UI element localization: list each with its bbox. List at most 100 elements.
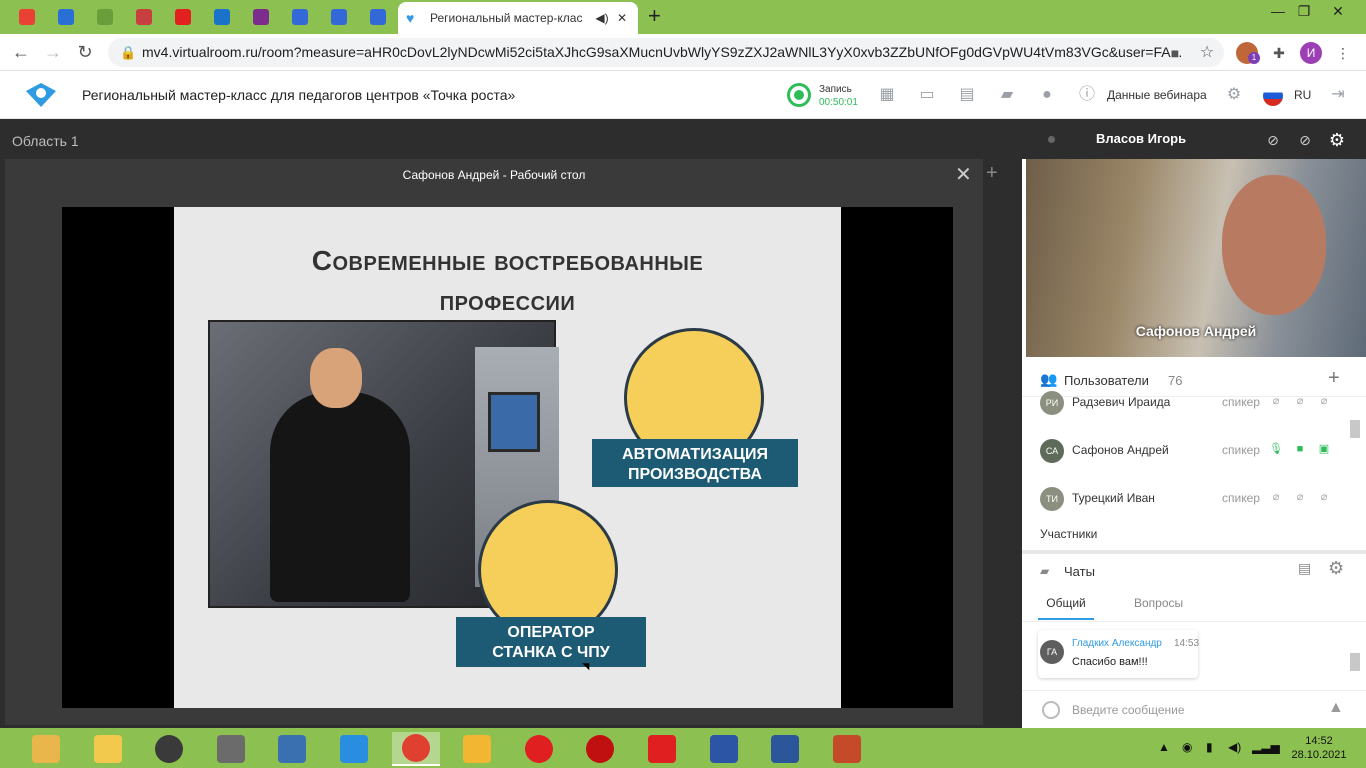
status-dot: [1048, 136, 1055, 143]
camera-off-icon[interactable]: ⊘: [1294, 129, 1316, 151]
tray-arrow-icon[interactable]: ▲: [1158, 740, 1170, 754]
slide-title-line2: профессии: [439, 285, 576, 316]
taskbar-app[interactable]: [145, 732, 193, 766]
mic-off-icon[interactable]: ⌀: [1268, 393, 1284, 409]
users-settings-icon[interactable]: ●: [1037, 85, 1057, 105]
camera-on-icon[interactable]: ■: [1292, 441, 1308, 457]
users-scrollbar[interactable]: [1350, 420, 1360, 438]
taskbar-app[interactable]: [638, 732, 686, 766]
screen-share-icon[interactable]: ▭: [917, 85, 937, 105]
send-icon[interactable]: ▲: [1328, 699, 1344, 717]
pinned-tab[interactable]: [285, 5, 315, 29]
info-icon[interactable]: ⓘ: [1077, 85, 1097, 105]
tab-questions[interactable]: Вопросы: [1134, 596, 1183, 610]
pinned-tab[interactable]: [51, 5, 81, 29]
forward-icon[interactable]: →: [40, 40, 66, 64]
menu-icon[interactable]: ⋮: [1332, 42, 1354, 64]
webcam-video[interactable]: Сафонов Андрей: [1026, 159, 1366, 357]
close-panel-icon[interactable]: ✕: [955, 165, 972, 185]
speaker-icon: [155, 735, 184, 763]
message-author[interactable]: Гладких Александр: [1072, 638, 1162, 649]
webinar-data-link[interactable]: Данные вебинара: [1107, 88, 1207, 102]
user-role: спикер: [1222, 443, 1260, 457]
chat-message: ГА Гладких Александр 14:53 Спасибо вам!!…: [1038, 630, 1199, 678]
close-window-icon[interactable]: ✕: [1320, 0, 1356, 24]
record-icon[interactable]: [787, 83, 811, 107]
outlook-icon: [214, 9, 230, 25]
mic-on-icon[interactable]: 🎙: [1268, 441, 1284, 457]
pinned-tab[interactable]: [207, 5, 237, 29]
exit-icon[interactable]: ⇥: [1328, 85, 1348, 105]
taskbar-app[interactable]: [823, 732, 871, 766]
video-settings-icon[interactable]: ⚙: [1326, 129, 1348, 151]
tab-general[interactable]: Общий: [1038, 596, 1094, 620]
tray-battery-icon[interactable]: ▮: [1206, 740, 1213, 754]
document-icon[interactable]: ▤: [957, 85, 977, 105]
settings-gear-icon[interactable]: ⚙: [1224, 85, 1244, 105]
chat-scrollbar[interactable]: [1350, 653, 1360, 671]
taskbar-app[interactable]: [330, 732, 378, 766]
pinned-tab[interactable]: [129, 5, 159, 29]
browser-tab-active[interactable]: ♥ Региональный мастер-клас ◀) ✕: [398, 2, 638, 34]
taskbar-app[interactable]: [391, 732, 440, 766]
panel-title: Сафонов Андрей - Рабочий стол: [402, 168, 586, 182]
pinned-tab[interactable]: [168, 5, 198, 29]
pinned-tab[interactable]: [246, 5, 276, 29]
user-row[interactable]: СА Сафонов Андрей спикер 🎙 ■ ▣: [1022, 427, 1352, 475]
participants-label: Участники: [1040, 527, 1098, 541]
screen-off-icon[interactable]: ⌀: [1316, 489, 1332, 505]
taskbar-app[interactable]: [268, 732, 316, 766]
chat-input[interactable]: Введите сообщение: [1072, 703, 1185, 717]
bookmark-star-icon[interactable]: ☆: [1196, 42, 1218, 64]
mic-off-icon[interactable]: ⊘: [1262, 129, 1284, 151]
back-icon[interactable]: ←: [8, 40, 34, 64]
word-icon: [771, 735, 800, 763]
url-field[interactable]: 🔒 mv4.virtualroom.ru/room?measure=aHR0cD…: [108, 38, 1224, 67]
taskbar-app[interactable]: [761, 732, 809, 766]
extension-icon[interactable]: 1: [1236, 42, 1260, 64]
taskbar-app[interactable]: [207, 732, 255, 766]
power-icon: [586, 735, 615, 763]
new-tab-button[interactable]: +: [648, 4, 661, 28]
chat-settings-icon[interactable]: ⚙: [1328, 558, 1344, 579]
close-tab-icon[interactable]: ✕: [614, 11, 630, 25]
profile-avatar[interactable]: И: [1300, 42, 1322, 64]
restore-icon[interactable]: ❐: [1286, 0, 1322, 24]
language-selector[interactable]: RU: [1294, 88, 1311, 102]
folder-icon[interactable]: ▰: [997, 85, 1017, 105]
taskbar-app[interactable]: [453, 732, 501, 766]
speaker-mute-icon[interactable]: ◀): [594, 11, 610, 25]
screen-on-icon[interactable]: ▣: [1316, 441, 1332, 457]
pinned-tab[interactable]: [12, 5, 42, 29]
taskbar-app[interactable]: [84, 732, 132, 766]
system-icon: [32, 735, 60, 763]
video-speaker-label: Сафонов Андрей: [1135, 323, 1257, 339]
user-row[interactable]: РИ Радзевич Ираида спикер ⌀ ⌀ ⌀: [1022, 379, 1352, 427]
camera-icon[interactable]: ■: [1164, 42, 1186, 64]
tray-network-icon[interactable]: ◉: [1182, 740, 1192, 754]
chat-layout-icon[interactable]: ▤: [1298, 560, 1311, 577]
taskbar-app[interactable]: [700, 732, 748, 766]
taskbar-app[interactable]: [576, 732, 624, 766]
avatar: РИ: [1040, 391, 1064, 415]
add-panel-icon[interactable]: +: [986, 163, 998, 183]
reload-icon[interactable]: ↻: [72, 40, 98, 64]
tray-signal-icon[interactable]: ▂▃▅: [1252, 740, 1280, 754]
camera-off-icon[interactable]: ⌀: [1292, 489, 1308, 505]
screen-off-icon[interactable]: ⌀: [1316, 393, 1332, 409]
chat-header: ▰ Чаты ▤ ⚙: [1022, 550, 1366, 584]
clock[interactable]: 14:52 28.10.2021: [1282, 734, 1356, 762]
taskbar-app[interactable]: [515, 732, 563, 766]
camera-off-icon[interactable]: ⌀: [1292, 393, 1308, 409]
pinned-tab[interactable]: [90, 5, 120, 29]
layout-grid-icon[interactable]: ▦: [877, 85, 897, 105]
tray-volume-icon[interactable]: ◀): [1228, 740, 1241, 754]
user-row[interactable]: ТИ Турецкий Иван спикер ⌀ ⌀ ⌀: [1022, 475, 1352, 523]
emoji-icon[interactable]: [1042, 701, 1060, 719]
pinned-tab[interactable]: [363, 5, 393, 29]
russia-flag-icon[interactable]: [1263, 86, 1283, 106]
puzzle-icon[interactable]: ✚: [1268, 42, 1290, 64]
taskbar-app[interactable]: [22, 732, 70, 766]
mic-off-icon[interactable]: ⌀: [1268, 489, 1284, 505]
pinned-tab[interactable]: [324, 5, 354, 29]
